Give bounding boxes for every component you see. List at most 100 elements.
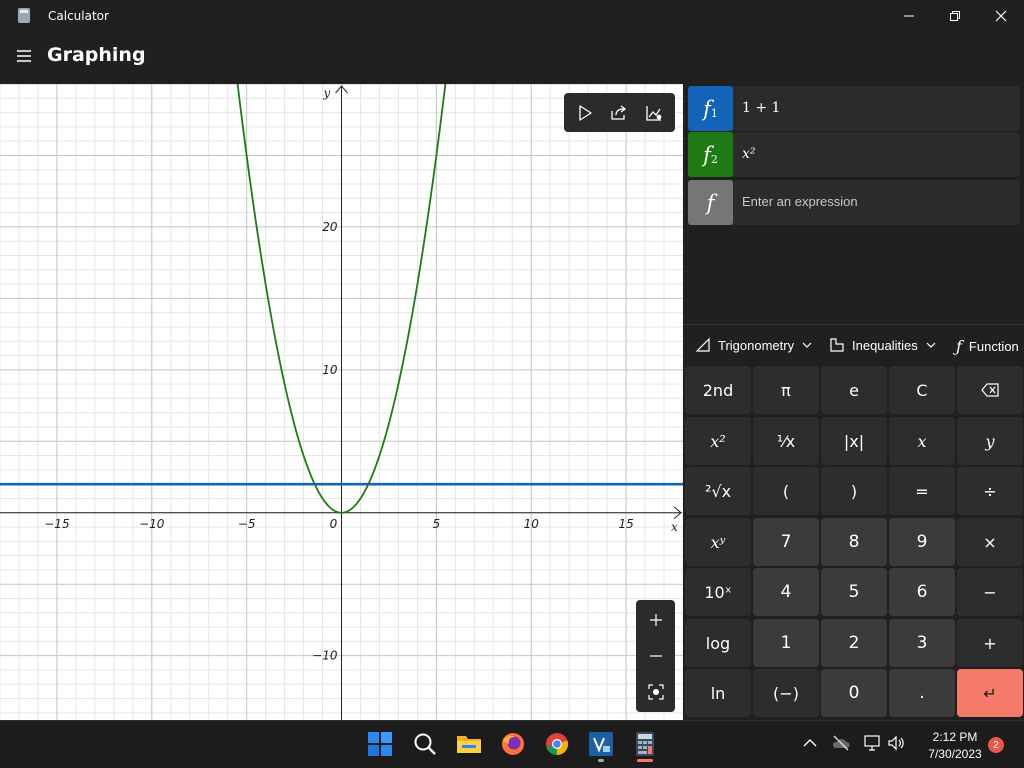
function-row-2[interactable]: f2 x²: [688, 132, 1020, 177]
zoom-in-icon: [649, 614, 662, 626]
key-multiply-label: ×: [983, 532, 997, 552]
graph-plot[interactable]: −15 −10 −5 0 5 10 15 20 10 −10 x y: [0, 84, 683, 720]
key-0[interactable]: 0: [821, 669, 887, 717]
function-icon: ƒ: [956, 337, 962, 356]
file-explorer-icon[interactable]: [456, 731, 482, 757]
key-equals[interactable]: =: [889, 467, 955, 515]
chevron-up-icon[interactable]: [801, 734, 819, 752]
triangle-icon: [695, 337, 710, 352]
function-row-new[interactable]: f Enter an expression: [688, 180, 1020, 225]
clock-time[interactable]: 2:12 PM: [921, 730, 989, 744]
graph-canvas[interactable]: −15 −10 −5 0 5 10 15 20 10 −10 x y: [0, 84, 683, 720]
virtualbox-icon[interactable]: [588, 731, 614, 762]
key-2[interactable]: 2: [821, 619, 887, 667]
x-tick-label: 10: [524, 517, 540, 531]
key-9[interactable]: 9: [889, 518, 955, 566]
function-2-color-swatch[interactable]: f2: [688, 132, 733, 177]
key-4[interactable]: 4: [753, 568, 819, 616]
key-ten-power-label: 10ˣ: [704, 582, 732, 602]
key-divide[interactable]: ÷: [957, 467, 1023, 515]
key-reciprocal[interactable]: ¹⁄x: [753, 417, 819, 465]
y-tick-label: −10: [312, 649, 338, 663]
volume-icon[interactable]: [886, 733, 906, 753]
x-tick-label: −15: [44, 517, 69, 531]
function-1-expression[interactable]: 1 + 1: [742, 100, 780, 116]
function-2-expression[interactable]: x²: [742, 146, 756, 162]
key-6[interactable]: 6: [889, 568, 955, 616]
key-3[interactable]: 3: [889, 619, 955, 667]
key-x-squared-label: x²: [710, 431, 726, 451]
key-ten-power[interactable]: 10ˣ: [685, 568, 751, 616]
key-7-label: 7: [780, 532, 792, 552]
key-left-paren[interactable]: (: [753, 467, 819, 515]
close-button[interactable]: [978, 0, 1024, 32]
key-1[interactable]: 1: [753, 619, 819, 667]
key-pi[interactable]: π: [753, 366, 819, 414]
function-1-index: 1: [710, 107, 718, 120]
x-tick-label: −5: [238, 517, 256, 531]
share-button[interactable]: [604, 98, 634, 128]
key-7[interactable]: 7: [753, 518, 819, 566]
function-1-color-swatch[interactable]: f1: [688, 86, 733, 131]
mode-title: Graphing: [47, 44, 146, 66]
inequalities-dropdown[interactable]: Inequalities: [829, 337, 937, 353]
key-log-label: log: [705, 633, 731, 653]
function-dropdown[interactable]: ƒ Function: [956, 337, 1019, 356]
key-plus[interactable]: +: [957, 619, 1023, 667]
trace-button[interactable]: [570, 98, 600, 128]
key-equals-label: =: [915, 481, 929, 501]
key-x-squared[interactable]: x²: [685, 417, 751, 465]
zoom-out-button[interactable]: [636, 638, 675, 674]
chevron-down-icon: [802, 342, 812, 348]
key-6-label: 6: [916, 582, 928, 602]
calculator-icon[interactable]: [632, 731, 658, 762]
windows-start-icon[interactable]: [367, 731, 393, 757]
hamburger-icon[interactable]: [14, 46, 34, 66]
key-8-label: 8: [848, 532, 860, 552]
key-x[interactable]: x: [889, 417, 955, 465]
search-icon[interactable]: [412, 731, 438, 757]
chrome-icon[interactable]: [544, 731, 570, 757]
clock-date[interactable]: 7/30/2023: [921, 747, 989, 761]
key-minus[interactable]: −: [957, 568, 1023, 616]
network-icon[interactable]: [862, 733, 882, 753]
firefox-icon[interactable]: [500, 731, 526, 757]
key-decimal[interactable]: .: [889, 669, 955, 717]
key-log[interactable]: log: [685, 619, 751, 667]
key-2nd[interactable]: 2nd: [685, 366, 751, 414]
key-multiply[interactable]: ×: [957, 518, 1023, 566]
close-icon: [995, 10, 1007, 22]
taskbar: 2:12 PM 7/30/2023 2: [0, 720, 1024, 768]
expression-input[interactable]: Enter an expression: [742, 194, 858, 209]
key-enter[interactable]: ↵: [957, 669, 1023, 717]
minimize-button[interactable]: [886, 0, 932, 32]
key-ln[interactable]: ln: [685, 669, 751, 717]
key-y[interactable]: y: [957, 417, 1023, 465]
key-plus-label: +: [983, 633, 997, 653]
key-power[interactable]: xʸ: [685, 518, 751, 566]
backspace-button[interactable]: [957, 366, 1023, 414]
function-label: Function: [968, 339, 1019, 354]
function-row-1[interactable]: f1 1 + 1: [688, 86, 1020, 131]
maximize-button[interactable]: [932, 0, 978, 32]
zoom-in-button[interactable]: [636, 602, 675, 638]
key-abs[interactable]: |x|: [821, 417, 887, 465]
axes: [0, 85, 682, 720]
function-2-index: 2: [710, 153, 718, 166]
key-e[interactable]: e: [821, 366, 887, 414]
reset-view-button[interactable]: [636, 674, 675, 710]
reset-view-icon: [647, 684, 664, 700]
key-8[interactable]: 8: [821, 518, 887, 566]
onedrive-offline-icon[interactable]: [831, 733, 851, 753]
notification-badge[interactable]: 2: [988, 737, 1004, 753]
key-5[interactable]: 5: [821, 568, 887, 616]
key-clear[interactable]: C: [889, 366, 955, 414]
key-negate[interactable]: (−): [753, 669, 819, 717]
key-root[interactable]: ²√x: [685, 467, 751, 515]
key-pi-label: π: [781, 380, 791, 400]
key-right-paren[interactable]: ): [821, 467, 887, 515]
key-y-label: y: [985, 431, 995, 451]
graph-options-button[interactable]: [639, 98, 669, 128]
keypad-toolbar: Trigonometry Inequalities ƒ Function: [683, 324, 1024, 366]
trigonometry-dropdown[interactable]: Trigonometry: [695, 337, 813, 353]
